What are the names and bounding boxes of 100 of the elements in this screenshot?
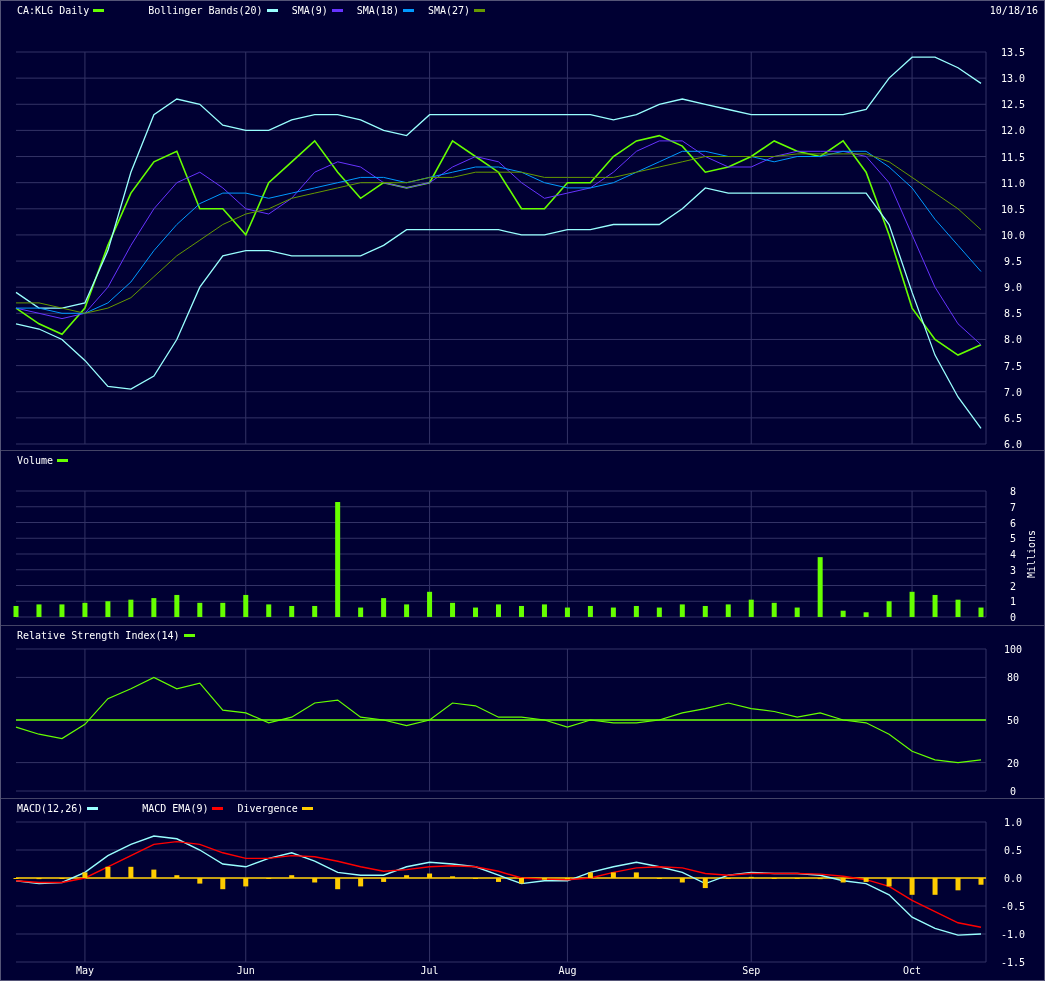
axis-tick-label: 9.5	[1003, 256, 1023, 268]
legend-label: CA:KLG Daily	[17, 4, 90, 16]
legend-label: Bollinger Bands(20)	[148, 4, 263, 16]
bar	[610, 607, 616, 617]
axis-tick-label: Oct	[903, 965, 922, 976]
axis-tick-label: 5	[1010, 533, 1016, 545]
bar	[82, 872, 88, 878]
bar	[450, 602, 456, 617]
bar	[174, 594, 180, 617]
axis-tick-label: 11.5	[1000, 151, 1026, 163]
bar	[564, 607, 570, 617]
bar	[748, 599, 754, 617]
bar	[82, 602, 88, 617]
bar	[496, 604, 501, 617]
axis-tick-label: 7	[1010, 501, 1016, 513]
bar	[289, 606, 295, 617]
bar	[289, 875, 295, 878]
bar	[519, 606, 524, 617]
bar	[932, 594, 938, 617]
legend-label: MACD EMA(9)	[142, 802, 209, 814]
axis-tick-label: 10.0	[1000, 229, 1026, 241]
bar	[656, 607, 662, 617]
axis-tick-label: 6.5	[1003, 412, 1023, 424]
bar	[266, 604, 272, 617]
bar	[59, 604, 65, 617]
bar	[105, 601, 111, 617]
axis-tick-label: 13.5	[1000, 47, 1026, 58]
legend-label: SMA(27)	[427, 4, 471, 16]
bar	[335, 878, 341, 890]
axis-tick-label: 0.0	[1003, 873, 1023, 884]
bar	[771, 602, 777, 617]
axis-tick-label: 0.5	[1003, 845, 1023, 856]
bar	[610, 872, 616, 878]
bar	[13, 606, 19, 617]
legend-label: SMA(18)	[356, 4, 399, 16]
bar	[817, 557, 823, 617]
axis-tick-label: 6.0	[1003, 439, 1023, 450]
axis-tick-label: 12.5	[1000, 99, 1026, 111]
axis-tick-label: 9.0	[1003, 282, 1023, 294]
axis-tick-label: -0.5	[1000, 901, 1026, 912]
axis-tick-label: -1.0	[1000, 929, 1026, 940]
axis-tick-label: 7.5	[1003, 360, 1023, 372]
bar	[702, 606, 708, 617]
bar	[151, 598, 157, 617]
bar	[381, 598, 387, 617]
bar	[909, 591, 915, 617]
bar	[496, 878, 501, 882]
bar	[312, 878, 318, 883]
bar	[243, 594, 249, 617]
bar	[519, 878, 524, 884]
bar	[36, 604, 42, 617]
bar	[587, 606, 593, 617]
axis-tick-label: 80	[1007, 672, 1019, 684]
axis-tick-label: 1	[1010, 596, 1016, 608]
axis-tick-label: 100	[1003, 644, 1023, 655]
bar	[840, 878, 846, 883]
bar	[427, 591, 433, 617]
bar	[197, 878, 203, 884]
bar	[473, 607, 478, 617]
bar	[955, 878, 961, 891]
axis-tick-label: 0	[1010, 786, 1016, 797]
chart-date: 10/18/16	[989, 4, 1038, 16]
axis-tick-label: 20	[1007, 757, 1019, 769]
bar	[404, 604, 410, 617]
bar	[220, 602, 226, 617]
bar	[794, 607, 800, 617]
axis-tick-label: 50	[1007, 715, 1019, 726]
axis-tick-label: 1.0	[1003, 817, 1023, 828]
bar	[702, 878, 708, 889]
axis-title: Millions	[1026, 529, 1037, 579]
bar	[587, 872, 593, 878]
axis-tick-label: 12.0	[1000, 125, 1026, 137]
bar	[978, 607, 984, 617]
bar	[932, 878, 938, 895]
bar	[886, 878, 892, 887]
bar	[955, 599, 961, 617]
bar	[174, 875, 180, 878]
bar	[197, 602, 203, 617]
axis-tick-label: Jun	[236, 965, 255, 976]
bar	[220, 878, 226, 890]
bar	[978, 878, 984, 885]
axis-tick-label: 11.0	[1000, 177, 1026, 189]
axis-tick-label: 7.0	[1003, 386, 1023, 398]
bar	[541, 604, 547, 617]
axis-tick-label: 2	[1010, 580, 1016, 592]
bar	[128, 599, 134, 617]
legend-label: Divergence	[237, 802, 298, 814]
axis-tick-label: Jul	[420, 965, 439, 976]
bar	[909, 878, 915, 895]
bar	[886, 601, 892, 617]
axis-tick-label: 10.5	[1000, 203, 1026, 215]
bar	[312, 606, 318, 617]
axis-tick-label: 8	[1010, 486, 1016, 497]
legend-label: SMA(9)	[291, 4, 328, 16]
axis-tick-label: Aug	[558, 965, 577, 976]
bar	[427, 873, 433, 878]
bar	[358, 607, 364, 617]
axis-tick-label: 13.0	[1000, 73, 1026, 85]
bar	[679, 878, 685, 883]
axis-tick-label: 0	[1010, 612, 1016, 623]
